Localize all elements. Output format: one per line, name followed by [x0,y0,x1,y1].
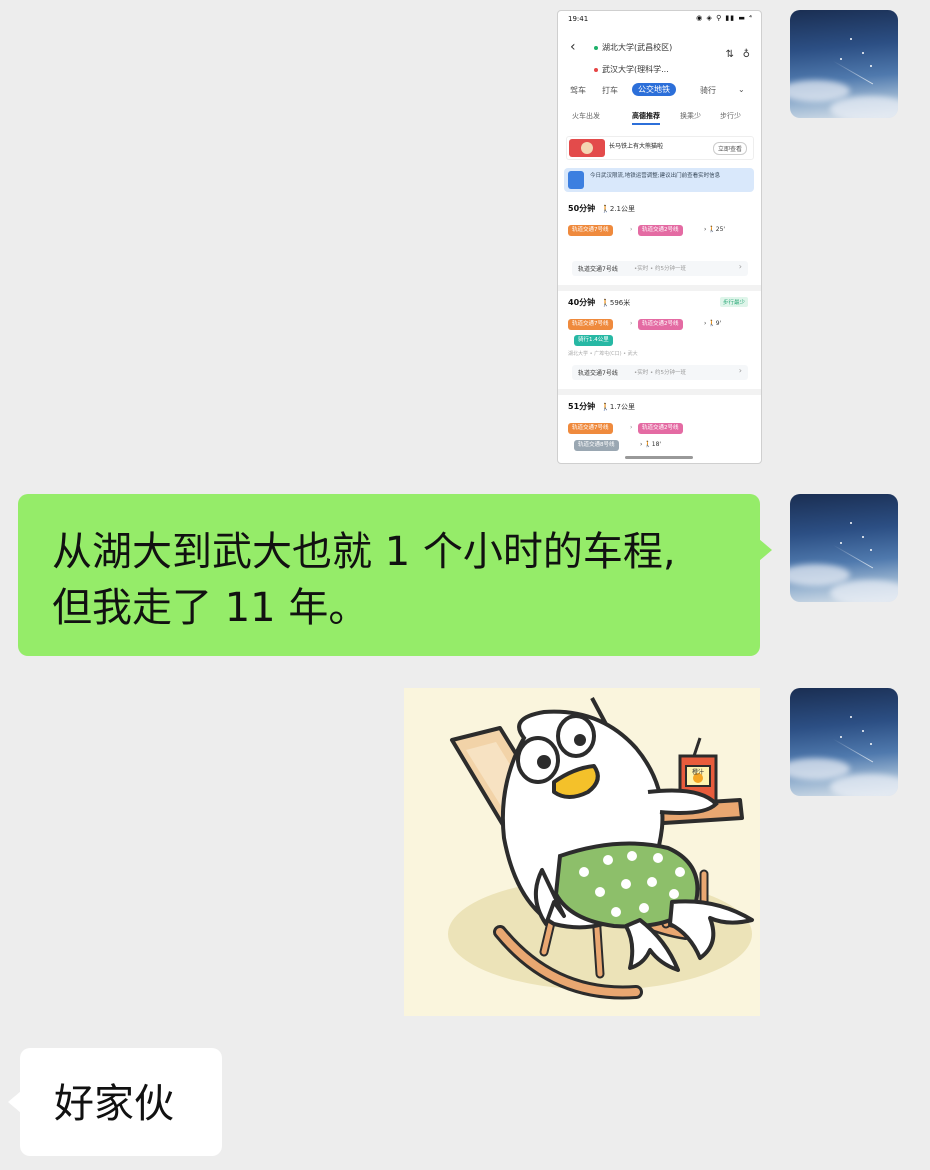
screenshot-image-message[interactable]: 19:41 ◉ ◈ ⚲ ▮▮ ▬ ⁴ ‹ 湖北大学(武昌校区) 武汉大学(理科学… [557,10,762,464]
route-option: 40分钟 🚶596米 步行最少 轨道交通7号线 › 轨道交通2号线 › 🚶9' 骑… [562,297,756,389]
ad-image [569,139,605,157]
route-detail-bar: 轨道交通7号线 •实时 • 约5分钟一班 › [572,365,748,380]
subtab: 火车出发 [572,112,600,120]
juice-label: 橙汁 [692,768,704,776]
ad-button: 立即查看 [712,142,747,155]
duck-sticker[interactable]: 橙汁 [404,688,760,1016]
route-time: 40分钟 🚶596米 [568,298,631,307]
line-chip: 轨道交通2号线 [638,225,683,236]
avatar[interactable] [790,10,898,118]
chevron-right-icon: › [738,262,742,271]
chevron-right-icon: › [738,366,742,375]
line-chip: 轨道交通7号线 [568,423,613,434]
route-time: 51分钟 🚶1.7公里 [568,402,635,411]
route-destination: 武汉大学(理科学... [594,64,669,75]
mic-icon: ♁ [742,49,750,60]
subtab-active: 高德推荐 [632,111,660,125]
home-indicator [625,456,693,459]
walk-minutes: › 🚶25' [704,226,726,233]
received-message-bubble[interactable]: 好家伙 [8,1048,222,1156]
route-tag: 步行最少 [719,297,748,307]
mode-taxi: 打车 [602,86,618,95]
route-option: 51分钟 🚶1.7公里 轨道交通7号线 › 轨道交通2号线 轨道交通8号线 › 🚶… [562,401,756,457]
ad-banner: 长马铁上有大熊猫啦 立即查看 [566,136,754,160]
route-option: 50分钟 🚶2.1公里 轨道交通7号线 › 轨道交通2号线 › 🚶25' 轨道交通… [562,203,756,281]
route-detail-bar: 轨道交通7号线 •实时 • 约5分钟一班 › [572,261,748,276]
route-stops: 湖北大学 • 广埠屯(C口) • 武大 [568,351,638,357]
duck-rocking-chair-illustration: 橙汁 [448,697,754,1000]
line-chip: 轨道交通2号线 [638,319,683,330]
notice-text: 今日武汉限流,地铁运营调整;建议出门前查看实时信息 [590,173,721,179]
walk-minutes: › 🚶9' [704,320,722,327]
route-origin: 湖北大学(武昌校区) [594,42,672,53]
chevron-down-icon: ⌄ [738,85,745,94]
message-line: 从湖大到武大也就 1 个小时的车程, [52,529,676,575]
mode-ride: 骑行 [700,86,716,95]
message-line: 但我走了 11 年。 [52,585,369,631]
line-chip: 轨道交通2号线 [638,423,683,434]
notice-bar: 今日武汉限流,地铁运营调整;建议出门前查看实时信息 [564,168,754,192]
line-chip: 骑行1.4公里 [574,335,613,346]
walk-minutes: › 🚶18' [640,441,662,448]
mode-transit: 公交地铁 [632,83,676,96]
back-arrow-icon: ‹ [570,39,576,55]
avatar[interactable] [790,494,898,602]
status-time: 19:41 [568,15,589,23]
route-search-box: ‹ 湖北大学(武昌校区) 武汉大学(理科学... ⇅ ♁ [564,33,754,87]
line-chip: 轨道交通7号线 [568,319,613,330]
swap-icon: ⇅ [725,49,734,60]
status-icons: ◉ ◈ ⚲ ▮▮ ▬ ⁴ [696,14,753,22]
line-chip: 轨道交通7号线 [568,225,613,236]
line-chip: 轨道交通8号线 [574,440,619,451]
message-text: 好家伙 [54,1081,174,1127]
subtab: 换乘少 [680,112,701,120]
avatar[interactable] [790,688,898,796]
notice-icon [568,171,584,189]
sent-message-bubble[interactable]: 从湖大到武大也就 1 个小时的车程, 但我走了 11 年。 [18,494,772,656]
ad-text: 长马铁上有大熊猫啦 [609,143,664,150]
subtab: 步行少 [720,112,741,120]
route-time: 50分钟 🚶2.1公里 [568,204,635,213]
mode-drive: 驾车 [570,86,586,95]
